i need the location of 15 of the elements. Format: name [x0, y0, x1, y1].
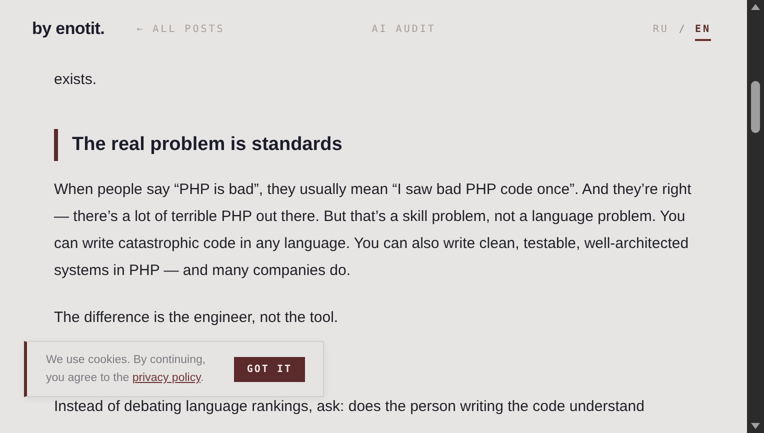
section-heading: The real problem is standards	[54, 129, 697, 161]
scroll-up-icon[interactable]	[751, 4, 760, 10]
privacy-policy-link[interactable]: privacy policy	[132, 372, 200, 384]
language-separator: /	[678, 24, 685, 34]
article-paragraph: Instead of debating language rankings, ask: does the person writing the code understand	[54, 397, 646, 417]
scrollbar-thumb[interactable]	[751, 80, 760, 132]
scroll-down-icon[interactable]	[751, 423, 760, 429]
site-logo[interactable]: by enotit.	[32, 19, 105, 39]
scrollbar[interactable]	[747, 0, 764, 433]
cookie-message: We use cookies. By continuing, you agree to the privacy policy.	[46, 353, 207, 386]
got-it-button[interactable]: GOT IT	[234, 356, 305, 382]
language-link[interactable]: EN	[694, 24, 711, 40]
article-paragraph: The difference is the engineer, not the tool.	[54, 308, 340, 328]
article-paragraph: exists.	[54, 70, 98, 90]
article-paragraph: When people say “PHP is bad”, they usually mean “I saw bad PHP code once”. And they’re right — there’s a lot of terrible PHP out there. But that’s a skill problem, not a language problem. You can write catastrophic code in any language. You can also write clean, testable, well-architected systems in PHP — and many companies do.	[54, 180, 692, 281]
